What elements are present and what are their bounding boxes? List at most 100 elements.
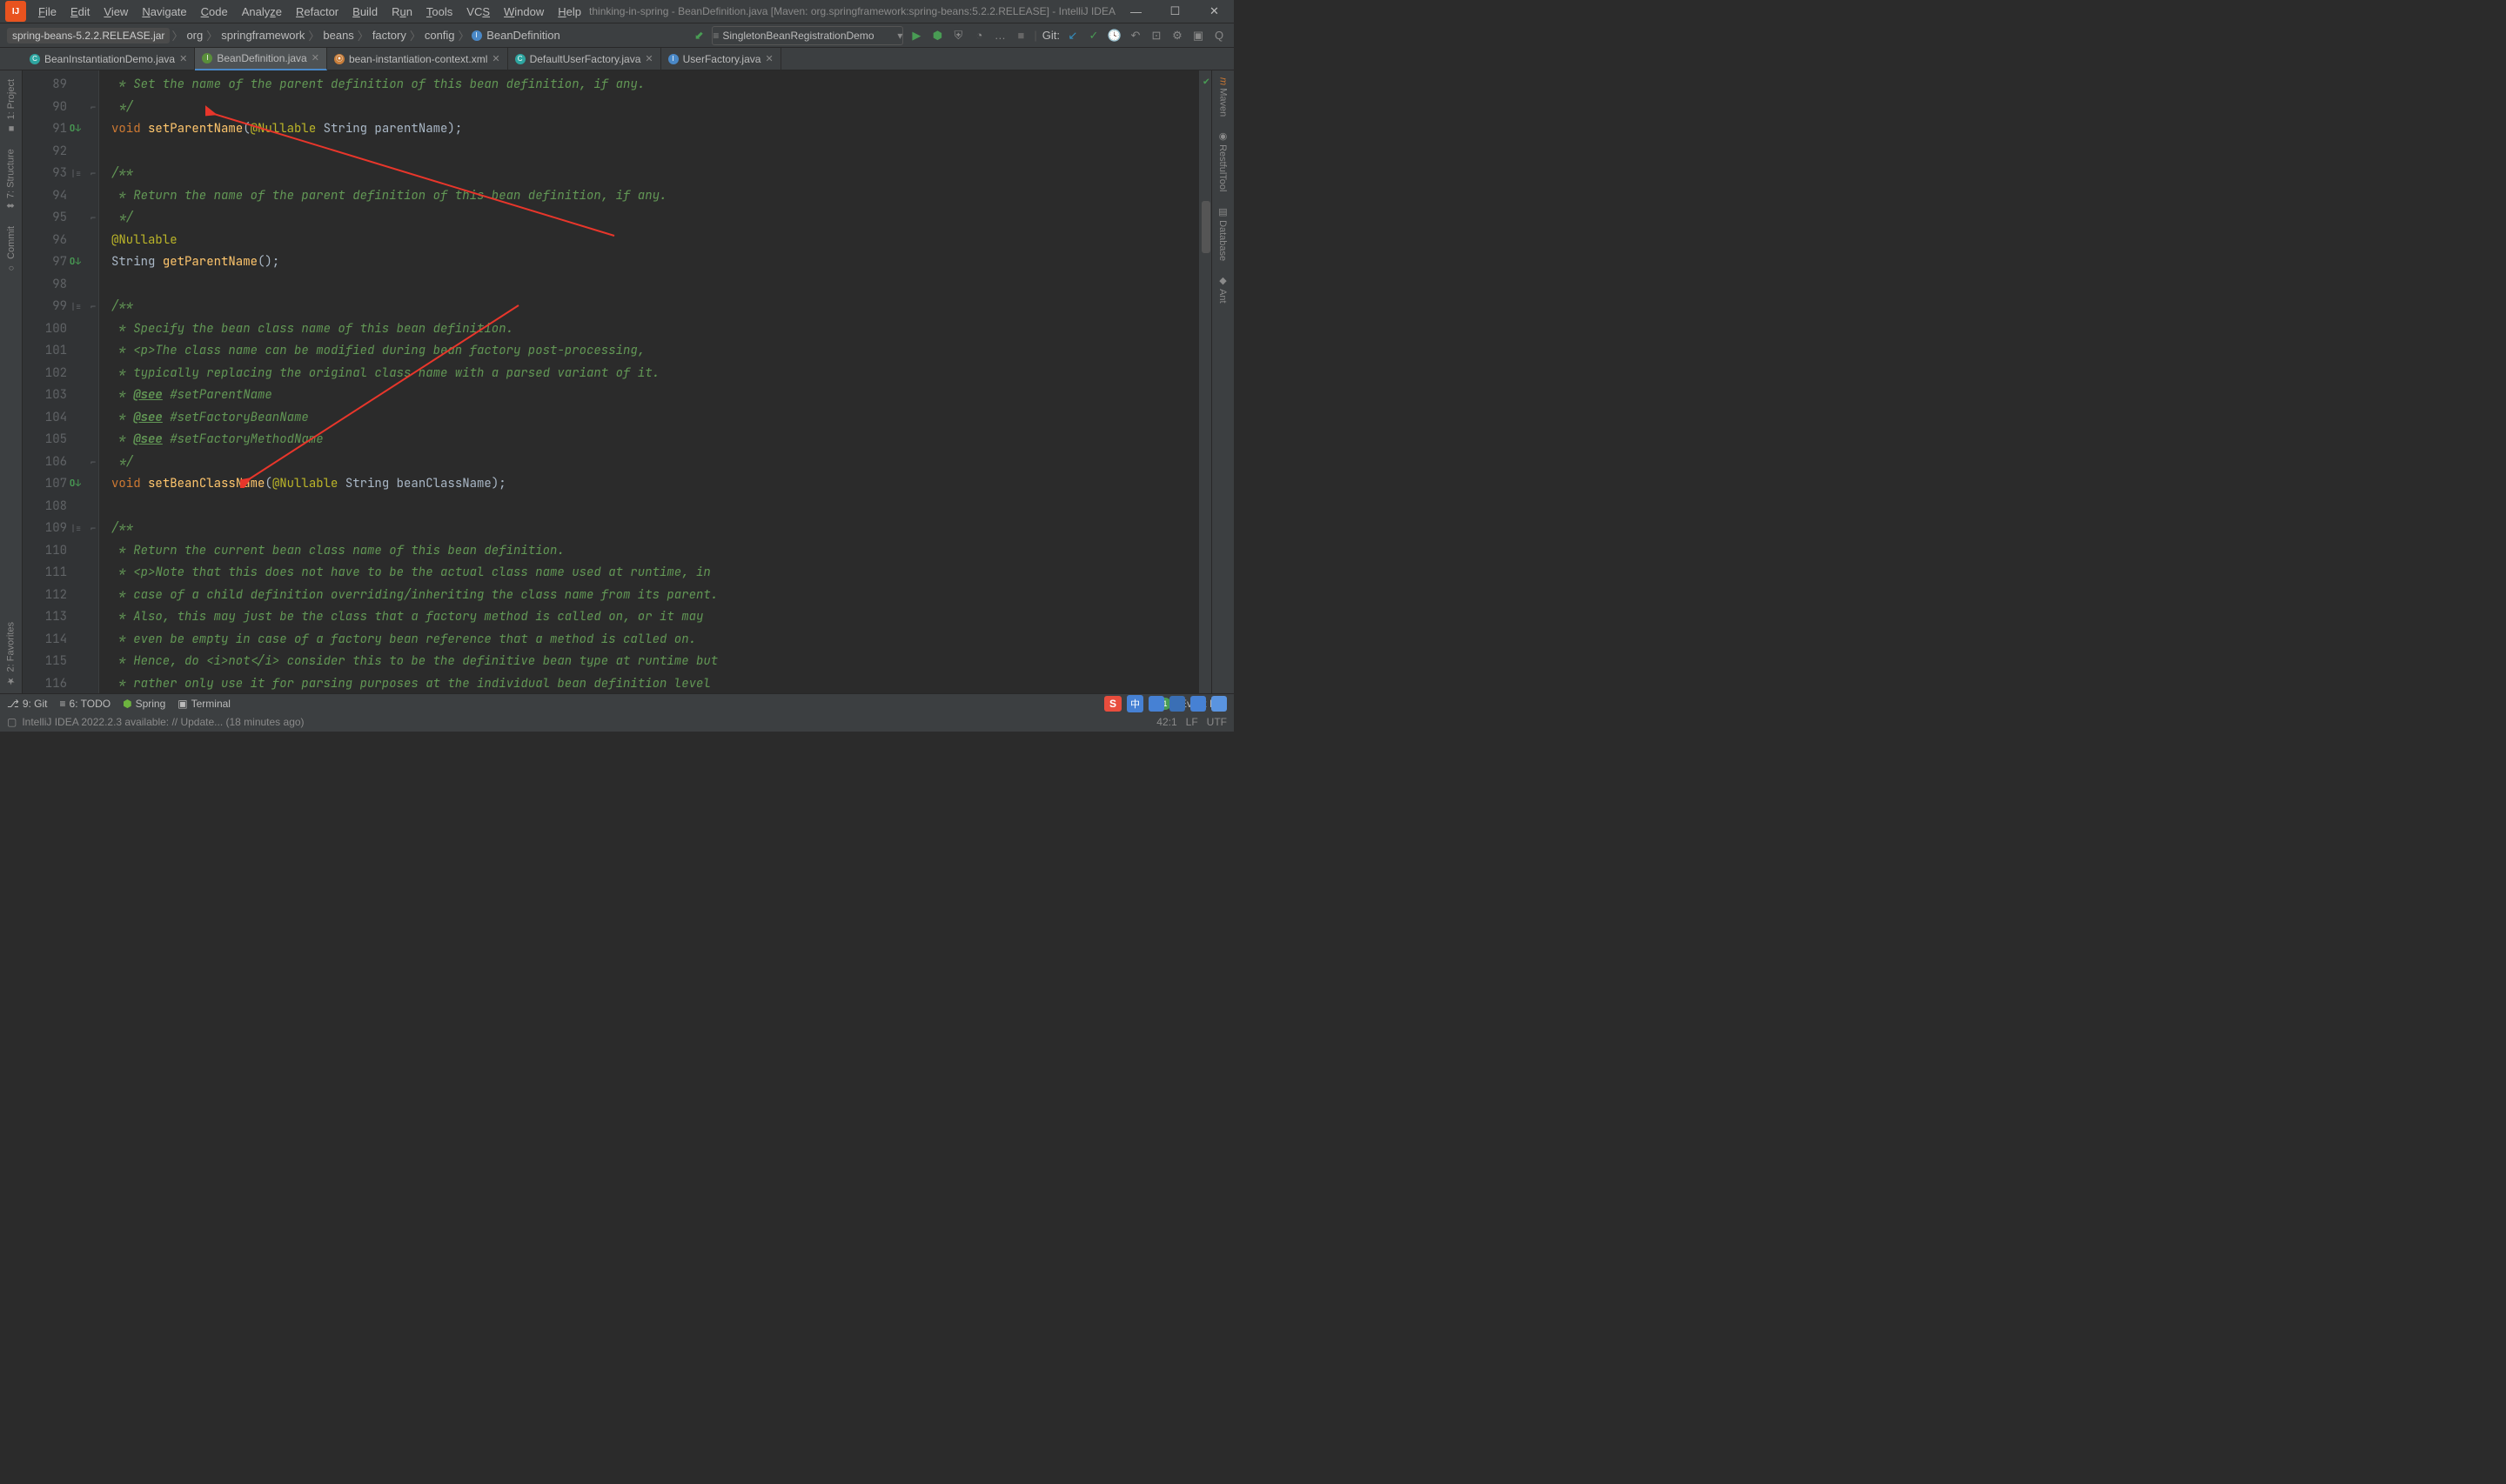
line-number: 90⌐ — [23, 97, 98, 119]
git-update-icon[interactable]: ↙ — [1065, 28, 1081, 43]
error-stripe[interactable]: ✔ — [1199, 70, 1211, 693]
fold-icon[interactable]: ⌐ — [90, 296, 96, 318]
code-line: * even be empty in case of a factory bea… — [111, 629, 1199, 652]
crumb-jar[interactable]: spring-beans-5.2.2.RELEASE.jar — [7, 28, 170, 43]
scrollbar-thumb[interactable] — [1202, 201, 1210, 253]
stop-icon[interactable]: ■ — [1013, 28, 1029, 43]
minimize-button[interactable]: ― — [1116, 0, 1156, 23]
ime-cn-icon[interactable]: 中 — [1127, 695, 1143, 712]
tray-icon[interactable] — [1169, 696, 1185, 712]
encoding[interactable]: UTF — [1207, 716, 1227, 728]
line-number: 96 — [23, 230, 98, 252]
coverage-icon[interactable]: ⛨ — [950, 28, 966, 43]
status-message[interactable]: IntelliJ IDEA 2022.2.3 available: // Upd… — [22, 716, 304, 728]
tool-database[interactable]: ▤ Database — [1217, 199, 1229, 268]
attach-icon[interactable]: … — [992, 28, 1008, 43]
cursor-pos[interactable]: 42:1 — [1156, 716, 1176, 728]
tool-structure[interactable]: ⬍7: Structure — [5, 142, 17, 217]
ime-badge[interactable]: S — [1104, 696, 1122, 712]
line-number: 91O↓ — [23, 118, 98, 141]
tool-spring[interactable]: ⬢ Spring — [123, 698, 165, 710]
tool-maven[interactable]: m Maven — [1218, 70, 1229, 124]
debug-icon[interactable]: ⬢ — [929, 28, 945, 43]
close-icon[interactable]: ✕ — [765, 53, 773, 64]
close-button[interactable]: ✕ — [1195, 0, 1234, 23]
run-icon[interactable]: ▶ — [908, 28, 924, 43]
tray-icon[interactable] — [1190, 696, 1206, 712]
menu-help[interactable]: Help — [551, 5, 588, 18]
menu-tools[interactable]: Tools — [419, 5, 459, 18]
build-icon[interactable]: ⬋ — [691, 28, 707, 43]
crumb-fac[interactable]: factory — [371, 29, 408, 42]
code-line: String getParentName(); — [111, 251, 1199, 274]
git-commit-icon[interactable]: ✓ — [1086, 28, 1102, 43]
git-revert-icon[interactable]: ↶ — [1128, 28, 1143, 43]
tool-commit[interactable]: ○Commit — [6, 219, 17, 280]
close-icon[interactable]: ✕ — [312, 52, 319, 64]
fold-icon[interactable]: ⌐ — [90, 163, 96, 185]
menu-analyze[interactable]: Analyze — [235, 5, 289, 18]
fold-icon[interactable]: ⌐ — [90, 518, 96, 540]
code-line: * <p>Note that this does not have to be … — [111, 562, 1199, 585]
maximize-button[interactable]: ☐ — [1156, 0, 1195, 23]
crumb-cfg[interactable]: config — [423, 29, 457, 42]
layout-icon[interactable]: ▣ — [1190, 28, 1206, 43]
tray-icon[interactable] — [1149, 696, 1164, 712]
override-icon[interactable]: O↓ — [70, 251, 81, 274]
fold-icon[interactable]: ⌐ — [90, 451, 96, 474]
menu-run[interactable]: Run — [385, 5, 419, 18]
crumb-bd[interactable]: BeanDefinition — [485, 29, 562, 42]
close-icon[interactable]: ✕ — [645, 53, 653, 64]
git-history-icon[interactable]: 🕓 — [1107, 28, 1122, 43]
menu-navigate[interactable]: Navigate — [135, 5, 193, 18]
code-editor[interactable]: 89 90⌐ 91O↓ 92 93|≡⌐ 94 95⌐ 96 97O↓ 98 9… — [23, 70, 1211, 693]
tool-ant[interactable]: ◆ Ant — [1217, 268, 1229, 311]
crumb-beans[interactable]: beans — [321, 29, 355, 42]
doc-icon[interactable]: |≡ — [70, 296, 81, 318]
close-icon[interactable]: ✕ — [492, 53, 499, 64]
line-number: 110 — [23, 540, 98, 563]
menu-view[interactable]: View — [97, 5, 135, 18]
menu-edit[interactable]: Edit — [64, 5, 97, 18]
tool-terminal[interactable]: ▣ Terminal — [178, 698, 231, 710]
menu-window[interactable]: Window — [497, 5, 551, 18]
doc-icon[interactable]: |≡ — [70, 518, 81, 540]
search-icon[interactable]: ⚙ — [1169, 28, 1185, 43]
menu-vcs[interactable]: VCS — [459, 5, 497, 18]
code-line: /** — [111, 296, 1199, 318]
profile-icon[interactable]: ◔ — [971, 28, 987, 43]
crumb-sf[interactable]: springframework — [219, 29, 306, 42]
tab-user-factory[interactable]: IUserFactory.java✕ — [661, 48, 781, 70]
menu-build[interactable]: Build — [345, 5, 385, 18]
xml-icon: ⦿ — [334, 54, 345, 64]
tool-todo[interactable]: ≡ 6: TODO — [60, 698, 111, 710]
tool-git[interactable]: ⎇ 9: Git — [7, 698, 48, 710]
doc-icon[interactable]: |≡ — [70, 163, 81, 185]
run-config-select[interactable]: ≡ SingletonBeanRegistrationDemo ▾ — [712, 26, 903, 45]
code-line: */ — [111, 451, 1199, 474]
line-number: 93|≡⌐ — [23, 163, 98, 185]
close-icon[interactable]: ✕ — [179, 53, 187, 64]
tab-bean-instantiation-demo[interactable]: CBeanInstantiationDemo.java✕ — [23, 48, 195, 70]
tool-favorites[interactable]: ★2: Favorites — [5, 615, 17, 693]
override-icon[interactable]: O↓ — [70, 473, 81, 496]
ide-actions-icon[interactable]: ⊡ — [1149, 28, 1164, 43]
override-icon[interactable]: O↓ — [70, 118, 81, 141]
hide-tool-icon[interactable]: ▢ — [7, 716, 17, 728]
menu-refactor[interactable]: Refactor — [289, 5, 345, 18]
crumb-org[interactable]: org — [184, 29, 204, 42]
tab-bean-context-xml[interactable]: ⦿bean-instantiation-context.xml✕ — [327, 48, 508, 70]
fold-icon[interactable]: ⌐ — [90, 207, 96, 230]
tool-restful[interactable]: ◉ RestfulTool — [1217, 124, 1229, 198]
tab-label: BeanDefinition.java — [217, 52, 306, 64]
line-number: 109|≡⌐ — [23, 518, 98, 540]
menu-file[interactable]: File — [31, 5, 64, 18]
menu-code[interactable]: Code — [194, 5, 235, 18]
tab-default-user-factory[interactable]: CDefaultUserFactory.java✕ — [508, 48, 661, 70]
tool-project[interactable]: ■1: Project — [6, 72, 17, 140]
tray-icon[interactable] — [1211, 696, 1227, 712]
find-icon[interactable]: Q — [1211, 28, 1227, 43]
tab-bean-definition[interactable]: IBeanDefinition.java✕ — [195, 48, 327, 70]
fold-icon[interactable]: ⌐ — [90, 97, 96, 119]
line-sep[interactable]: LF — [1186, 716, 1198, 728]
